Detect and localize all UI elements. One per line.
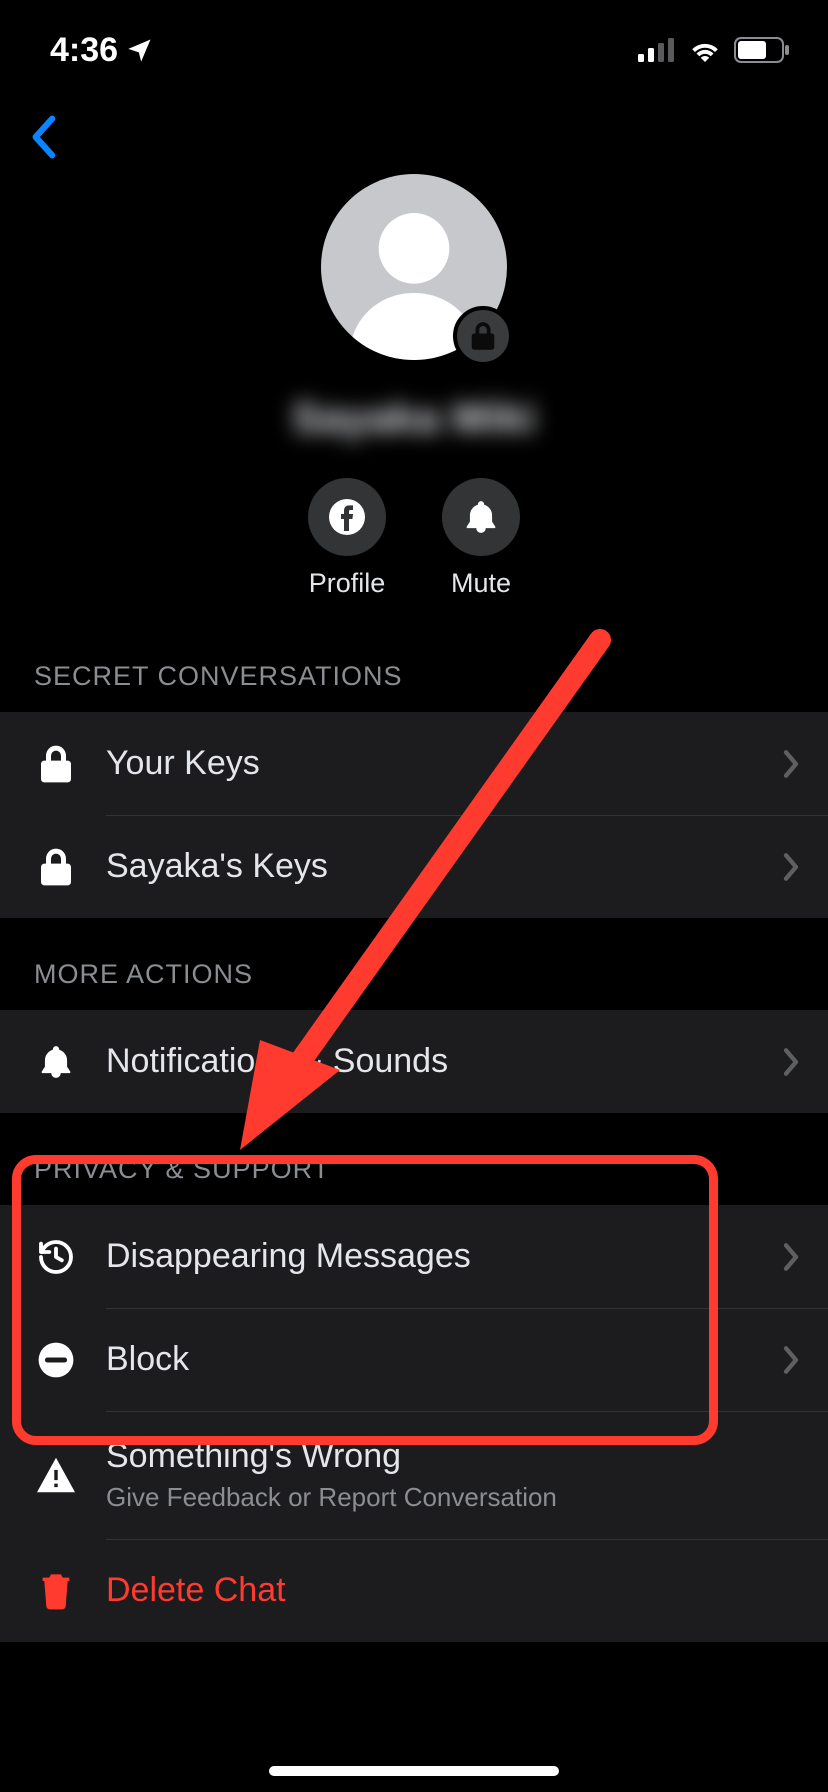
cellular-icon: [638, 38, 676, 62]
status-left: 4:36: [50, 31, 154, 70]
warning-icon: [34, 1456, 78, 1494]
row-label: Notifications & Sounds: [106, 1042, 782, 1081]
location-icon: [126, 36, 154, 64]
section-privacy: Disappearing Messages Block: [0, 1205, 828, 1642]
history-icon: [34, 1237, 78, 1277]
status-bar: 4:36: [0, 0, 828, 90]
section-header-privacy: PRIVACY & SUPPORT: [0, 1154, 828, 1205]
profile-label: Profile: [309, 568, 386, 599]
row-their-keys[interactable]: Sayaka's Keys: [0, 815, 828, 918]
bell-icon: [442, 478, 520, 556]
profile-button[interactable]: Profile: [308, 478, 386, 599]
chevron-right-icon: [782, 1242, 800, 1272]
chevron-right-icon: [782, 749, 800, 779]
back-button[interactable]: [30, 112, 70, 162]
profile-header: Sayaka Miki Profile Mute: [0, 162, 828, 599]
row-somethings-wrong[interactable]: Something's Wrong Give Feedback or Repor…: [0, 1411, 828, 1539]
row-label: Disappearing Messages: [106, 1237, 782, 1276]
status-time: 4:36: [50, 31, 118, 70]
row-block[interactable]: Block: [0, 1308, 828, 1411]
contact-name: Sayaka Miki: [292, 394, 536, 442]
section-header-more: MORE ACTIONS: [0, 959, 828, 1010]
mute-button[interactable]: Mute: [442, 478, 520, 599]
trash-icon: [34, 1571, 78, 1611]
nav-bar: [0, 90, 828, 162]
home-indicator[interactable]: [269, 1766, 559, 1776]
lock-icon: [34, 847, 78, 887]
bell-icon: [34, 1042, 78, 1082]
facebook-icon: [308, 478, 386, 556]
chevron-right-icon: [782, 1047, 800, 1077]
chevron-right-icon: [782, 852, 800, 882]
row-sublabel: Give Feedback or Report Conversation: [106, 1482, 800, 1513]
wifi-icon: [688, 38, 722, 62]
row-label: Sayaka's Keys: [106, 847, 782, 886]
section-secret: Your Keys Sayaka's Keys: [0, 712, 828, 918]
action-row: Profile Mute: [308, 478, 520, 599]
lock-icon: [34, 744, 78, 784]
section-more: Notifications & Sounds: [0, 1010, 828, 1113]
row-your-keys[interactable]: Your Keys: [0, 712, 828, 815]
section-header-secret: SECRET CONVERSATIONS: [0, 661, 828, 712]
lock-icon: [453, 306, 513, 366]
row-label: Delete Chat: [106, 1571, 800, 1610]
chevron-right-icon: [782, 1345, 800, 1375]
status-right: [638, 37, 790, 63]
avatar[interactable]: [321, 174, 507, 360]
row-label: Block: [106, 1340, 782, 1379]
row-label: Something's Wrong: [106, 1437, 800, 1476]
screen: 4:36: [0, 0, 828, 1792]
sections: SECRET CONVERSATIONS Your Keys Sayaka's …: [0, 661, 828, 1642]
block-icon: [34, 1341, 78, 1379]
row-disappearing[interactable]: Disappearing Messages: [0, 1205, 828, 1308]
row-delete-chat[interactable]: Delete Chat: [0, 1539, 828, 1642]
mute-label: Mute: [451, 568, 511, 599]
row-notifications[interactable]: Notifications & Sounds: [0, 1010, 828, 1113]
row-label: Your Keys: [106, 744, 782, 783]
battery-icon: [734, 37, 790, 63]
